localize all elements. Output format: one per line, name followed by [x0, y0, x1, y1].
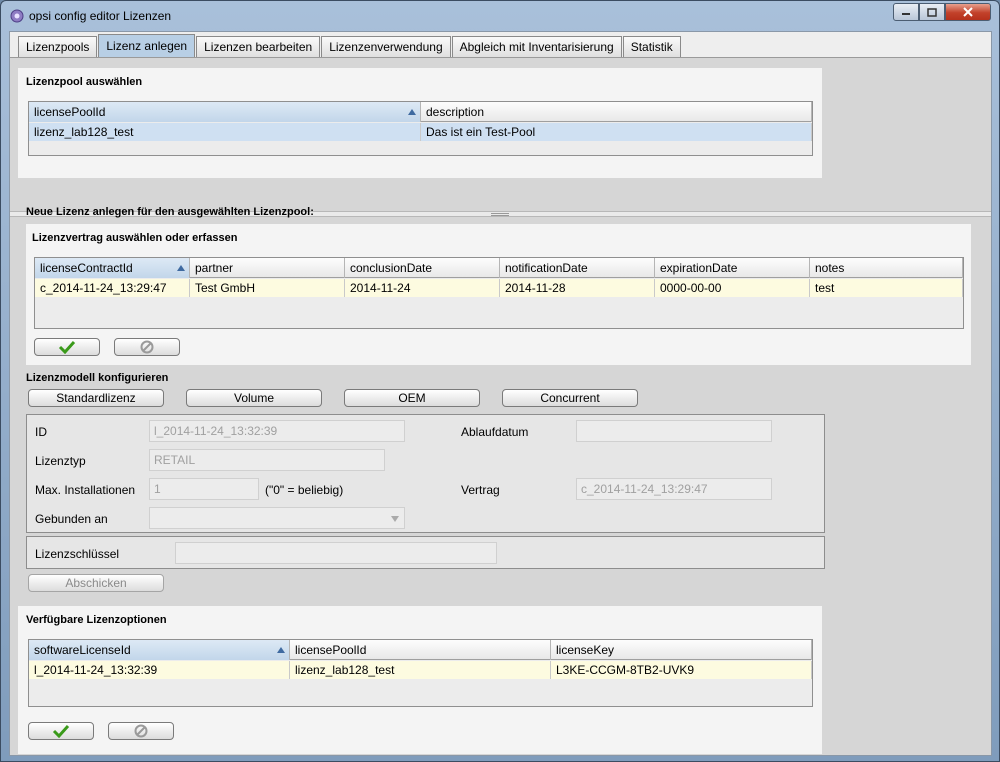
splitter-grip [491, 213, 509, 216]
table-row[interactable]: l_2014-11-24_13:32:39 lizenz_lab128_test… [29, 661, 812, 679]
col-partner[interactable]: partner [190, 258, 345, 278]
cell-contract-id: c_2014-11-24_13:29:47 [35, 279, 190, 297]
contract-table-header: licenseContractId partner conclusionDate… [35, 258, 963, 278]
pool-table: licensePoolId description lizenz_lab128_… [28, 101, 813, 156]
id-label: ID [35, 425, 47, 439]
col-license-contract-id[interactable]: licenseContractId [35, 258, 190, 278]
maximize-icon [927, 7, 937, 17]
model-standardlizenz-button[interactable]: Standardlizenz [28, 389, 164, 407]
pool-heading: Lizenzpool auswählen [26, 76, 143, 88]
max-installations-hint: ("0" = beliebig) [265, 483, 344, 497]
col-notes[interactable]: notes [810, 258, 963, 278]
pool-panel: Lizenzpool auswählen licensePoolId descr… [18, 68, 822, 178]
cell-partner: Test GmbH [190, 279, 345, 297]
bound-to-select[interactable] [149, 507, 405, 529]
col-software-license-id[interactable]: softwareLicenseId [29, 640, 290, 660]
col-description[interactable]: description [421, 102, 812, 122]
tab-lizenzenverwendung[interactable]: Lizenzenverwendung [321, 36, 451, 58]
options-confirm-button[interactable] [28, 722, 94, 740]
maximize-button[interactable] [919, 3, 945, 21]
cell-software-license-id: l_2014-11-24_13:32:39 [29, 661, 290, 679]
cell-notes: test [810, 279, 963, 297]
license-key-box: Lizenzschlüssel [26, 536, 825, 569]
cell-notification-date: 2014-11-28 [500, 279, 655, 297]
cell-pool-id: lizenz_lab128_test [29, 123, 421, 141]
contract-label: Vertrag [461, 483, 500, 497]
options-cancel-button[interactable] [108, 722, 174, 740]
confirm-check-icon [52, 724, 70, 739]
tab-lizenzpools[interactable]: Lizenzpools [18, 36, 98, 58]
contract-heading: Lizenzvertrag auswählen oder erfassen [32, 232, 238, 244]
col-label: softwareLicenseId [34, 643, 131, 657]
title-bar[interactable]: opsi config editor Lizenzen [1, 1, 999, 31]
sort-ascending-icon [408, 109, 416, 115]
new-license-heading: Neue Lizenz anlegen für den ausgewählten… [26, 206, 314, 218]
model-heading: Lizenzmodell konfigurieren [26, 372, 169, 384]
window-title: opsi config editor Lizenzen [29, 9, 172, 23]
col-license-pool-id[interactable]: licensePoolId [290, 640, 551, 660]
col-expiration-date[interactable]: expirationDate [655, 258, 810, 278]
minimize-button[interactable] [893, 3, 919, 21]
tab-content: Lizenzpool auswählen licensePoolId descr… [10, 58, 991, 755]
confirm-check-icon [58, 340, 76, 355]
col-license-key[interactable]: licenseKey [551, 640, 812, 660]
tab-statistik[interactable]: Statistik [622, 36, 681, 58]
submit-button[interactable]: Abschicken [28, 574, 164, 592]
tab-lizenz-anlegen[interactable]: Lizenz anlegen [98, 34, 196, 58]
cell-license-key: L3KE-CCGM-8TB2-UVK9 [551, 661, 812, 679]
options-panel: Verfügbare Lizenzoptionen softwareLicens… [18, 606, 822, 754]
type-field[interactable]: RETAIL [149, 449, 385, 471]
col-notification-date[interactable]: notificationDate [500, 258, 655, 278]
cell-expiration-date: 0000-00-00 [655, 279, 810, 297]
license-form: ID l_2014-11-24_13:32:39 Ablaufdatum Liz… [26, 414, 825, 533]
table-row[interactable]: lizenz_lab128_test Das ist ein Test-Pool [29, 123, 812, 141]
max-installations-label: Max. Installationen [35, 483, 136, 497]
app-icon [10, 9, 24, 23]
expiry-label: Ablaufdatum [461, 425, 529, 439]
options-table-header: softwareLicenseId licensePoolId licenseK… [29, 640, 812, 660]
type-label: Lizenztyp [35, 454, 86, 468]
app-window: opsi config editor Lizenzen Lizenzpools … [0, 0, 1000, 762]
table-row[interactable]: c_2014-11-24_13:29:47 Test GmbH 2014-11-… [35, 279, 963, 297]
dropdown-arrow-icon [391, 516, 399, 522]
license-key-field[interactable] [175, 542, 497, 564]
col-label: licensePoolId [34, 105, 106, 119]
model-volume-button[interactable]: Volume [186, 389, 322, 407]
model-oem-button[interactable]: OEM [344, 389, 480, 407]
cell-description: Das ist ein Test-Pool [421, 123, 812, 141]
cancel-icon [134, 724, 148, 738]
model-concurrent-button[interactable]: Concurrent [502, 389, 638, 407]
expiry-field[interactable] [576, 420, 772, 442]
minimize-icon [902, 13, 910, 15]
cell-license-pool-id: lizenz_lab128_test [290, 661, 551, 679]
tab-lizenzen-bearbeiten[interactable]: Lizenzen bearbeiten [196, 36, 321, 58]
license-key-label: Lizenzschlüssel [35, 547, 120, 561]
col-license-pool-id[interactable]: licensePoolId [29, 102, 421, 122]
contract-field[interactable]: c_2014-11-24_13:29:47 [576, 478, 772, 500]
options-heading: Verfügbare Lizenzoptionen [26, 614, 167, 626]
contract-panel: Lizenzvertrag auswählen oder erfassen li… [26, 224, 971, 365]
sort-ascending-icon [177, 265, 185, 271]
col-label: licenseContractId [40, 261, 133, 275]
close-button[interactable] [945, 3, 991, 21]
max-installations-field[interactable]: 1 [149, 478, 259, 500]
contract-confirm-button[interactable] [34, 338, 100, 356]
cell-conclusion-date: 2014-11-24 [345, 279, 500, 297]
bound-to-label: Gebunden an [35, 512, 108, 526]
close-icon [963, 7, 973, 17]
contract-table: licenseContractId partner conclusionDate… [34, 257, 964, 329]
tab-abgleich[interactable]: Abgleich mit Inventarisierung [451, 36, 622, 58]
tab-bar: Lizenzpools Lizenz anlegen Lizenzen bear… [18, 34, 682, 58]
sort-ascending-icon [277, 647, 285, 653]
col-conclusion-date[interactable]: conclusionDate [345, 258, 500, 278]
pool-table-header: licensePoolId description [29, 102, 812, 122]
cancel-icon [140, 340, 154, 354]
id-field[interactable]: l_2014-11-24_13:32:39 [149, 420, 405, 442]
options-table: softwareLicenseId licensePoolId licenseK… [28, 639, 813, 707]
contract-cancel-button[interactable] [114, 338, 180, 356]
main-content: Lizenzpools Lizenz anlegen Lizenzen bear… [9, 31, 992, 756]
